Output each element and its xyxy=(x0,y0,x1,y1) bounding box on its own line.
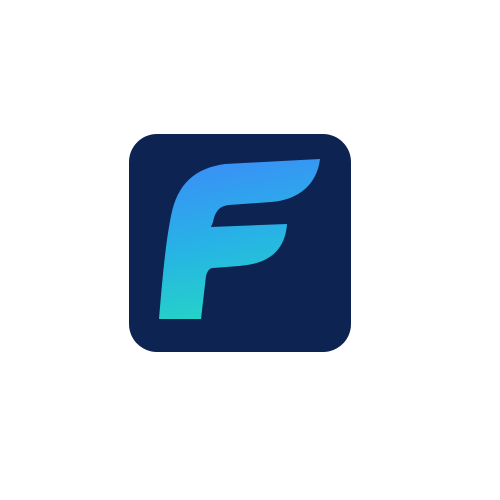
app-icon[interactable] xyxy=(129,134,351,352)
f-letter-logo-icon xyxy=(129,134,351,352)
canvas xyxy=(0,0,500,500)
